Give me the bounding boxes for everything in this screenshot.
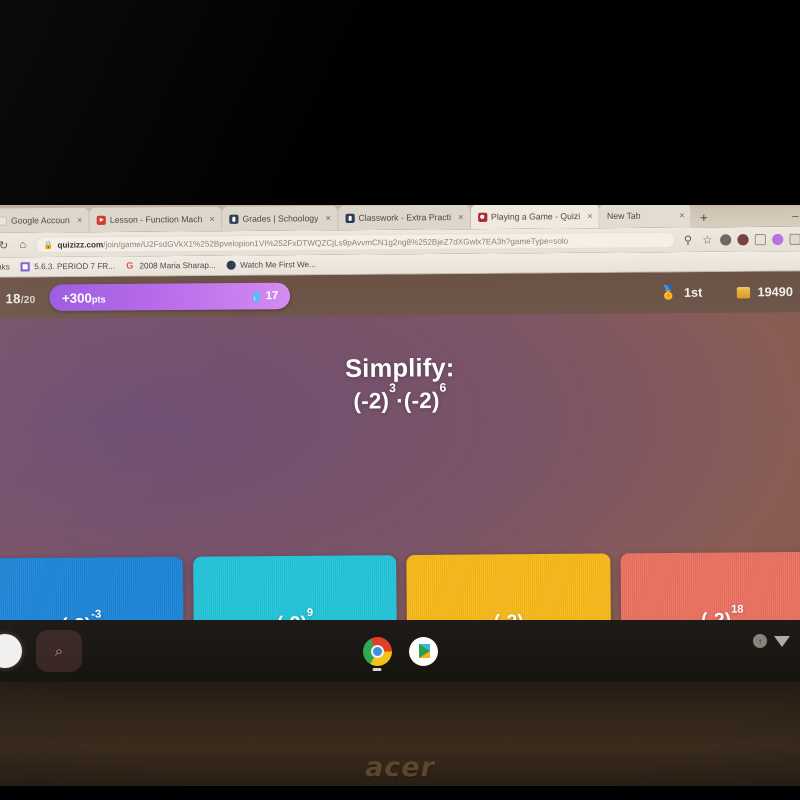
question-counter: 18/20 <box>5 290 36 306</box>
tab-label: Grades | Schoology <box>242 213 319 224</box>
letterbox-top <box>0 0 800 205</box>
question-title: Simplify: <box>344 353 455 384</box>
question-expression: (-2)3·(-2)6 <box>353 381 446 414</box>
browser-tab-playing-a-game-quizizz[interactable]: Playing a Game - Quizi × <box>470 203 600 230</box>
bookmark-star-icon[interactable]: ☆ <box>701 233 714 246</box>
bookmark-label: 5.6.3. PERIOD 7 FR... <box>34 261 116 272</box>
bookmark-item-period-7[interactable]: 5.6.3. PERIOD 7 FR... <box>20 261 116 272</box>
schoology-icon <box>345 213 355 223</box>
answer-exp: -3 <box>91 608 102 621</box>
bookmark-item[interactable]: nks <box>0 262 10 271</box>
bookmark-label: nks <box>0 262 10 272</box>
youtube-icon <box>96 215 106 225</box>
chrome-app-icon[interactable] <box>362 636 392 671</box>
tab-label: Classwork - Extra Practi <box>358 211 452 223</box>
lock-icon: 🔒 <box>43 240 54 250</box>
play-store-app-icon[interactable] <box>408 636 438 666</box>
game-status-bar: 18/20 +300pts 💧 17 🏅 1st 19490 <box>0 271 800 319</box>
streak-count: 17 <box>265 289 279 303</box>
question-total: /20 <box>20 294 36 306</box>
purple-ext-icon[interactable] <box>772 233 784 245</box>
tab-close-icon[interactable]: × <box>679 210 684 220</box>
points-bar: +300pts 💧 17 <box>49 282 291 312</box>
rank-stat: 🏅 1st <box>660 284 702 301</box>
address-bar[interactable]: 🔒 quizizz.com/join/game/U2FsdGVkX1%252Bp… <box>35 231 676 253</box>
wifi-icon[interactable] <box>774 635 790 647</box>
bookmark-item-watch-me-first[interactable]: Watch Me First We... <box>226 259 316 270</box>
question-block: Simplify: (-2)3·(-2)6 <box>0 312 800 456</box>
quizizz-icon <box>477 212 487 222</box>
flame-icon: 💧 <box>249 290 264 303</box>
coins-value: 19490 <box>757 284 793 300</box>
medal-icon: 🏅 <box>660 284 677 301</box>
tab-close-icon[interactable]: × <box>77 215 82 225</box>
tab-close-icon[interactable]: × <box>587 211 592 221</box>
tab-close-icon[interactable]: × <box>458 212 463 222</box>
tab-label: New Tab <box>606 210 641 221</box>
game-stats: 🏅 1st 19490 <box>660 284 793 301</box>
reload-icon[interactable]: ↻ <box>0 238 10 251</box>
chromeos-shelf: ⌕ ↑ <box>0 620 800 682</box>
schoology-icon <box>226 260 237 270</box>
expr-exp-1: 3 <box>389 381 397 396</box>
tab-close-icon[interactable]: × <box>326 213 331 223</box>
bookmark-item-maria-sharapova[interactable]: G 2008 Maria Sharap... <box>126 260 216 271</box>
account-icon <box>0 215 7 226</box>
answer-exp: 9 <box>306 606 314 619</box>
tab-label: Playing a Game - Quizi <box>490 210 581 222</box>
points-number: +300 <box>61 289 92 306</box>
rank-value: 1st <box>683 285 703 300</box>
google-icon: G <box>126 260 134 271</box>
expr-base-2: ·(-2) <box>396 387 440 414</box>
search-icon[interactable]: ⚲ <box>681 233 694 246</box>
url-path: /join/game/U2FsdGVkX1%252Bpvelopion1VI%2… <box>103 236 569 249</box>
new-tab-button[interactable]: + <box>692 210 716 228</box>
bookmark-label: 2008 Maria Sharap... <box>139 260 216 271</box>
browser-tab-new-tab[interactable]: New Tab × <box>599 202 692 229</box>
shield-ext-icon[interactable] <box>720 233 732 246</box>
slides-icon <box>20 262 31 272</box>
photo-of-chromebook-screen: Google Accoun × Lesson - Function Mach ×… <box>0 0 800 800</box>
tab-label: Lesson - Function Mach <box>109 213 203 225</box>
coins-stat: 19490 <box>737 285 793 300</box>
question-index: 18 <box>5 290 21 306</box>
points-unit: pts <box>91 293 106 305</box>
coin-icon <box>737 286 751 298</box>
reading-list-icon[interactable] <box>754 233 767 245</box>
tab-label: Google Accoun <box>10 214 70 226</box>
streak-indicator: 💧 17 <box>249 289 279 303</box>
points-value: +300pts <box>62 290 106 306</box>
status-tray[interactable]: ↑ <box>753 634 790 648</box>
browser-tab-grades-schoology[interactable]: Grades | Schoology × <box>221 205 339 232</box>
url-text: quizizz.com/join/game/U2FsdGVkX1%252Bpve… <box>57 236 568 249</box>
browser-tab-google-account[interactable]: Google Accoun × <box>0 207 90 233</box>
answer-exp: 18 <box>730 603 744 616</box>
letterbox-bottom <box>0 786 800 800</box>
shelf-app-list <box>0 620 800 682</box>
bookmark-label: Watch Me First We... <box>240 259 316 270</box>
update-badge-icon[interactable]: ↑ <box>753 634 767 648</box>
shield-ext-icon[interactable] <box>737 233 749 245</box>
minimize-button[interactable]: – <box>792 210 800 226</box>
home-icon[interactable]: ⌂ <box>16 239 29 251</box>
schoology-icon <box>229 214 239 224</box>
browser-tab-classwork-extra-practice[interactable]: Classwork - Extra Practi × <box>337 204 471 231</box>
expr-base-1: (-2) <box>353 387 390 414</box>
active-indicator-dot <box>372 668 382 671</box>
url-domain: quizizz.com <box>57 239 104 250</box>
sidepanel-icon[interactable] <box>789 233 800 245</box>
tab-close-icon[interactable]: × <box>209 214 214 224</box>
acer-brand-logo: acer <box>365 752 435 783</box>
browser-tab-lesson-function-machine[interactable]: Lesson - Function Mach × <box>89 206 223 233</box>
expr-exp-2: 6 <box>439 380 447 396</box>
